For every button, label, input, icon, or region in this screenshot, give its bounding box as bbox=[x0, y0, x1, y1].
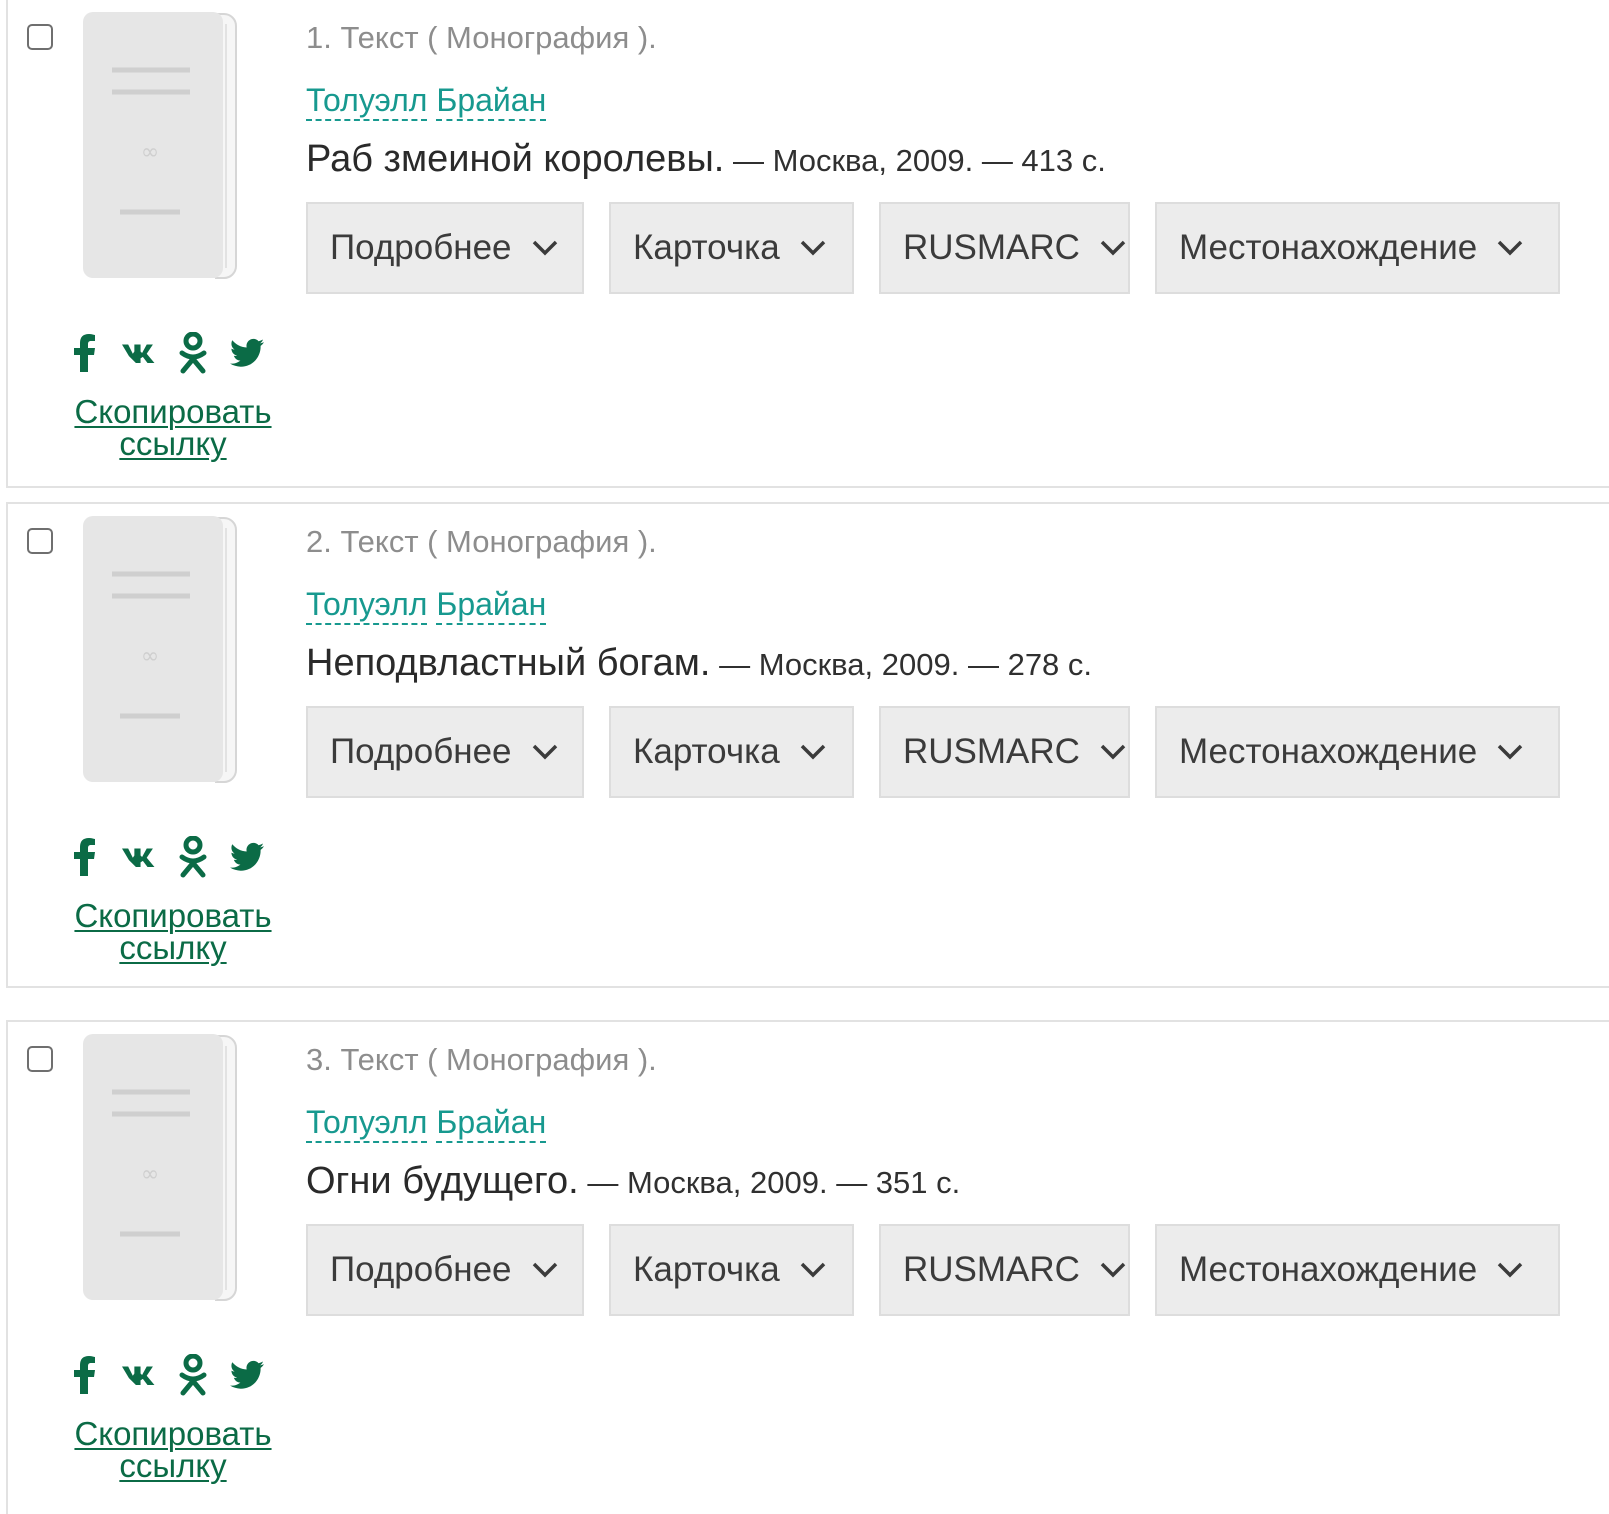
twitter-icon[interactable] bbox=[230, 1354, 264, 1396]
svg-text:∞: ∞ bbox=[141, 1162, 159, 1187]
copy-link[interactable]: Скопировать ссылку bbox=[68, 1415, 278, 1484]
select-record-checkbox[interactable] bbox=[27, 24, 53, 50]
odnoklassniki-icon[interactable] bbox=[176, 836, 210, 878]
copy-link[interactable]: Скопировать ссылку bbox=[68, 393, 278, 462]
chevron-down-icon bbox=[1497, 1261, 1523, 1279]
details-label: Подробнее bbox=[330, 1250, 512, 1289]
chevron-down-icon bbox=[800, 1261, 826, 1279]
svg-text:∞: ∞ bbox=[141, 140, 159, 165]
chevron-down-icon bbox=[1100, 239, 1126, 257]
details-dropdown-button[interactable]: Подробнее bbox=[306, 1224, 584, 1316]
odnoklassniki-icon[interactable] bbox=[176, 332, 210, 374]
record-type-label: 1. Текст ( Монография ). bbox=[306, 20, 657, 55]
chevron-down-icon bbox=[800, 239, 826, 257]
record-actions: Подробнее Карточка RUSMARC Местонахожден… bbox=[306, 706, 1585, 798]
book-cover-placeholder-icon: ∞ bbox=[83, 516, 237, 783]
book-cover-placeholder-icon: ∞ bbox=[83, 1034, 237, 1301]
location-label: Местонахождение bbox=[1179, 732, 1478, 771]
chevron-down-icon bbox=[1497, 239, 1523, 257]
chevron-down-icon bbox=[1497, 743, 1523, 761]
record-title: Раб змеиной королевы. bbox=[306, 138, 725, 180]
select-record-checkbox[interactable] bbox=[27, 528, 53, 554]
author-last-name: Брайан bbox=[436, 1104, 547, 1143]
svg-text:∞: ∞ bbox=[141, 644, 159, 669]
card-label: Карточка bbox=[633, 228, 780, 267]
twitter-icon[interactable] bbox=[230, 836, 264, 878]
chevron-down-icon bbox=[532, 239, 558, 257]
rusmarc-dropdown-button[interactable]: RUSMARC bbox=[879, 1224, 1130, 1316]
copy-link[interactable]: Скопировать ссылку bbox=[68, 897, 278, 966]
author-last-name: Брайан bbox=[436, 586, 547, 625]
rusmarc-label: RUSMARC bbox=[903, 1250, 1080, 1289]
author-first-name: Толуэлл bbox=[306, 82, 428, 121]
record-actions: Подробнее Карточка RUSMARC Местонахожден… bbox=[306, 202, 1585, 294]
location-label: Местонахождение bbox=[1179, 1250, 1478, 1289]
copy-link-line1: Скопировать bbox=[74, 393, 272, 430]
chevron-down-icon bbox=[800, 743, 826, 761]
chevron-down-icon bbox=[1100, 743, 1126, 761]
author-link[interactable]: Толуэлл Брайан bbox=[306, 586, 547, 625]
record-actions: Подробнее Карточка RUSMARC Местонахожден… bbox=[306, 1224, 1585, 1316]
record-imprint: — Москва, 2009. — 278 с. bbox=[710, 647, 1093, 682]
details-dropdown-button[interactable]: Подробнее bbox=[306, 202, 584, 294]
facebook-icon[interactable] bbox=[68, 1354, 102, 1396]
rusmarc-label: RUSMARC bbox=[903, 228, 1080, 267]
copy-link-line2: ссылку bbox=[119, 929, 227, 966]
copy-link-line1: Скопировать bbox=[74, 1415, 272, 1452]
share-bar bbox=[68, 834, 278, 880]
result-record: ∞ Скопировать ссылку 1. Текст ( Монограф… bbox=[6, 0, 1609, 488]
result-record: ∞ Скопировать ссылку 2. Текст ( Монограф… bbox=[6, 502, 1609, 988]
rusmarc-dropdown-button[interactable]: RUSMARC bbox=[879, 202, 1130, 294]
author-link[interactable]: Толуэлл Брайан bbox=[306, 82, 547, 121]
location-label: Местонахождение bbox=[1179, 228, 1478, 267]
rusmarc-label: RUSMARC bbox=[903, 732, 1080, 771]
copy-link-line1: Скопировать bbox=[74, 897, 272, 934]
title-line: Неподвластный богам. — Москва, 2009. — 2… bbox=[306, 642, 1092, 685]
card-label: Карточка bbox=[633, 1250, 780, 1289]
author-link[interactable]: Толуэлл Брайан bbox=[306, 1104, 547, 1143]
search-results-list: ∞ Скопировать ссылку 1. Текст ( Монограф… bbox=[0, 0, 1609, 1514]
location-dropdown-button[interactable]: Местонахождение bbox=[1155, 706, 1560, 798]
vk-icon[interactable] bbox=[122, 836, 156, 878]
author-last-name: Брайан bbox=[436, 82, 547, 121]
record-title: Огни будущего. bbox=[306, 1160, 579, 1202]
share-bar bbox=[68, 330, 278, 376]
select-record-checkbox[interactable] bbox=[27, 1046, 53, 1072]
record-title: Неподвластный богам. bbox=[306, 642, 711, 684]
details-label: Подробнее bbox=[330, 228, 512, 267]
copy-link-line2: ссылку bbox=[119, 1447, 227, 1484]
card-dropdown-button[interactable]: Карточка bbox=[609, 202, 854, 294]
facebook-icon[interactable] bbox=[68, 332, 102, 374]
book-cover-placeholder-icon: ∞ bbox=[83, 12, 237, 279]
chevron-down-icon bbox=[532, 1261, 558, 1279]
card-dropdown-button[interactable]: Карточка bbox=[609, 706, 854, 798]
record-type-label: 2. Текст ( Монография ). bbox=[306, 524, 657, 559]
record-imprint: — Москва, 2009. — 351 с. bbox=[578, 1165, 961, 1200]
location-dropdown-button[interactable]: Местонахождение bbox=[1155, 1224, 1560, 1316]
chevron-down-icon bbox=[532, 743, 558, 761]
share-bar bbox=[68, 1352, 278, 1398]
facebook-icon[interactable] bbox=[68, 836, 102, 878]
author-first-name: Толуэлл bbox=[306, 1104, 428, 1143]
title-line: Раб змеиной королевы. — Москва, 2009. — … bbox=[306, 138, 1106, 181]
odnoklassniki-icon[interactable] bbox=[176, 1354, 210, 1396]
copy-link-line2: ссылку bbox=[119, 425, 227, 462]
location-dropdown-button[interactable]: Местонахождение bbox=[1155, 202, 1560, 294]
details-dropdown-button[interactable]: Подробнее bbox=[306, 706, 584, 798]
record-imprint: — Москва, 2009. — 413 с. bbox=[724, 143, 1106, 178]
author-first-name: Толуэлл bbox=[306, 586, 428, 625]
card-dropdown-button[interactable]: Карточка bbox=[609, 1224, 854, 1316]
rusmarc-dropdown-button[interactable]: RUSMARC bbox=[879, 706, 1130, 798]
title-line: Огни будущего. — Москва, 2009. — 351 с. bbox=[306, 1160, 960, 1203]
record-type-label: 3. Текст ( Монография ). bbox=[306, 1042, 657, 1077]
details-label: Подробнее bbox=[330, 732, 512, 771]
vk-icon[interactable] bbox=[122, 332, 156, 374]
result-record: ∞ Скопировать ссылку 3. Текст ( Монограф… bbox=[6, 1020, 1609, 1514]
twitter-icon[interactable] bbox=[230, 332, 264, 374]
vk-icon[interactable] bbox=[122, 1354, 156, 1396]
card-label: Карточка bbox=[633, 732, 780, 771]
chevron-down-icon bbox=[1100, 1261, 1126, 1279]
